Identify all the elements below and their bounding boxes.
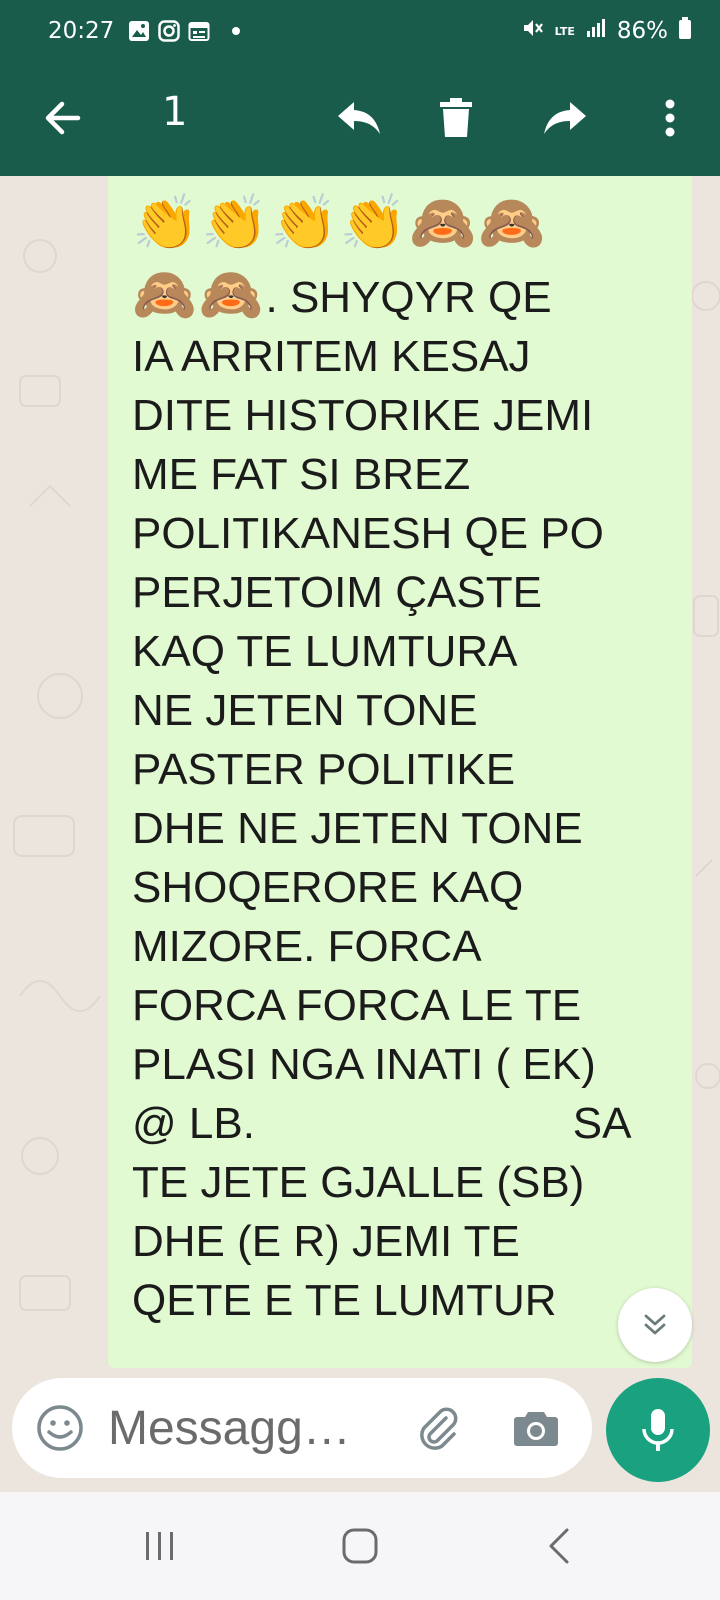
calendar-icon <box>188 20 210 42</box>
status-time: 20:27 <box>48 18 115 44</box>
message-line: SHOQERORE KAQ <box>132 863 524 912</box>
emoji-line-2: 🙈🙈 <box>132 266 266 324</box>
more-vert-icon <box>665 99 675 137</box>
status-bar: 20:27 LTE 86% <box>0 0 720 62</box>
delete-icon <box>440 98 472 137</box>
message-line: FORCA FORCA LE TE <box>132 981 582 1030</box>
message-line: PERJETOIM ÇASTE <box>132 568 542 617</box>
message-line: TE JETE GJALLE (SB) <box>132 1158 585 1207</box>
back-arrow-icon <box>45 101 81 135</box>
message-line: DHE (E R) JEMI TE <box>132 1217 520 1266</box>
message-composer <box>12 1378 592 1478</box>
home-button[interactable] <box>330 1516 390 1576</box>
smiley-icon <box>37 1405 83 1451</box>
message-line: KAQ TE LUMTURA <box>132 627 518 676</box>
camera-icon <box>514 1412 558 1446</box>
voice-message-button[interactable] <box>606 1378 710 1482</box>
back-button[interactable] <box>26 82 98 154</box>
message-line: @ LB. SA <box>132 1099 632 1148</box>
system-navigation-bar <box>0 1492 720 1600</box>
message-line: ME FAT SI BREZ <box>132 450 471 499</box>
notification-dot <box>232 27 241 35</box>
reply-button[interactable] <box>322 82 394 154</box>
message-text: 🙈🙈. SHYQYR QE IA ARRITEM KESAJ DITE HIST… <box>132 266 674 1330</box>
chat-area[interactable]: 👏👏👏👏🙈🙈 🙈🙈. SHYQYR QE IA ARRITEM KESAJ DI… <box>0 176 720 1490</box>
selection-toolbar: 1 <box>0 62 720 176</box>
home-icon <box>342 1528 378 1564</box>
emoji-line-1: 👏👏👏👏🙈🙈 <box>132 191 548 254</box>
forward-icon <box>544 102 586 134</box>
recents-icon <box>146 1532 173 1560</box>
message-line: QETE E TE LUMTUR <box>132 1276 557 1325</box>
message-line: PLASI NGA INATI ( EK) <box>132 1040 596 1089</box>
attach-button[interactable] <box>410 1400 466 1456</box>
reply-icon <box>338 102 380 134</box>
battery-level: 86% <box>616 18 668 44</box>
delete-button[interactable] <box>420 82 492 154</box>
message-line: IA ARRITEM KESAJ <box>132 332 531 381</box>
selected-count: 1 <box>162 89 188 135</box>
back-nav-button[interactable] <box>530 1516 590 1576</box>
double-chevron-down-icon <box>644 1314 666 1335</box>
back-chevron-icon <box>549 1528 569 1564</box>
message-line: DITE HISTORIKE JEMI <box>132 391 594 440</box>
signal-icon <box>585 17 607 45</box>
camera-button[interactable] <box>508 1400 564 1456</box>
paperclip-icon <box>420 1407 458 1450</box>
message-line: POLITIKANESH QE PO <box>132 509 604 558</box>
message-line: . SHYQYR QE <box>265 273 552 322</box>
more-options-button[interactable] <box>634 82 706 154</box>
instagram-icon <box>158 20 181 42</box>
status-indicators: LTE 86% <box>521 16 692 46</box>
scroll-to-bottom-button[interactable] <box>618 1288 692 1362</box>
message-line: PASTER POLITIKE <box>132 745 516 794</box>
gallery-icon <box>128 20 150 42</box>
recents-button[interactable] <box>130 1516 190 1576</box>
message-line: NE JETEN TONE <box>132 686 478 735</box>
forward-button[interactable] <box>530 82 602 154</box>
message-input[interactable] <box>108 1396 378 1460</box>
emoji-button[interactable] <box>34 1402 86 1454</box>
top-app-bar: 20:27 LTE 86% 1 <box>0 0 720 176</box>
battery-icon <box>678 16 692 46</box>
network-type: LTE <box>554 24 575 38</box>
message-line: MIZORE. FORCA <box>132 922 482 971</box>
microphone-icon <box>642 1409 674 1451</box>
mute-icon <box>521 16 545 46</box>
message-bubble[interactable]: 👏👏👏👏🙈🙈 🙈🙈. SHYQYR QE IA ARRITEM KESAJ DI… <box>108 176 692 1368</box>
message-line: DHE NE JETEN TONE <box>132 804 583 853</box>
